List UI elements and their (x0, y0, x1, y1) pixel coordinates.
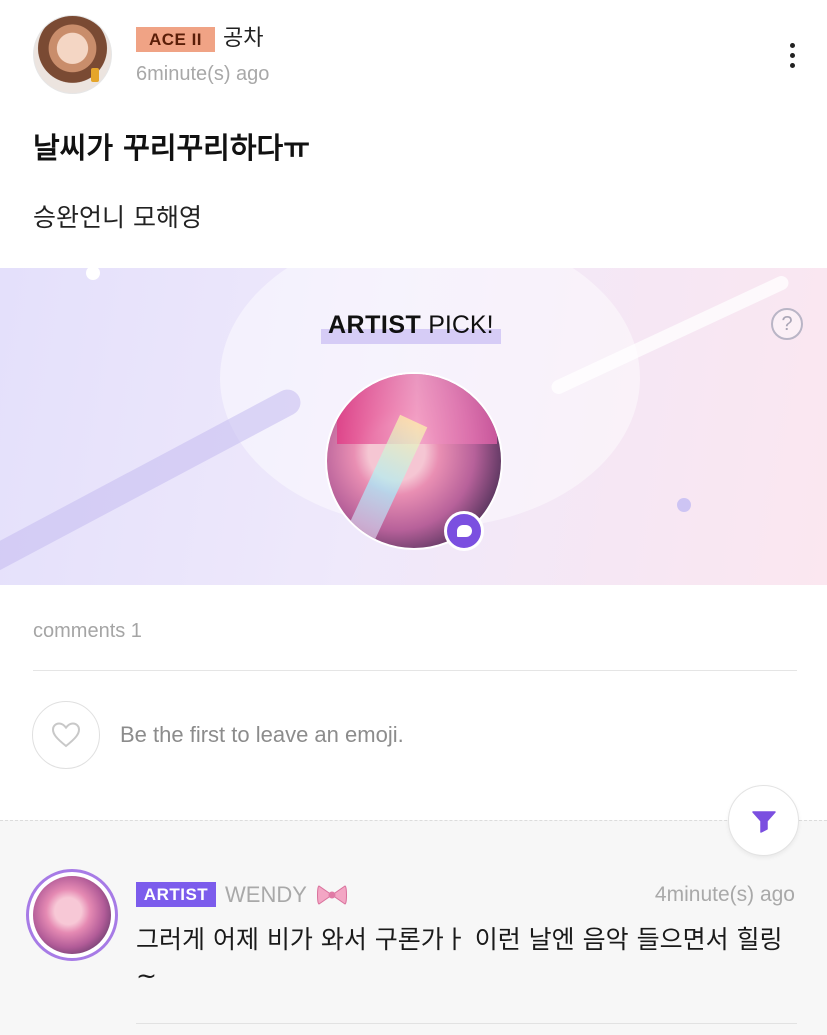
artist-pick-title-rest: PICK! (421, 311, 494, 339)
post-time: 6minute(s) ago (136, 63, 270, 85)
emoji-react-button[interactable] (32, 701, 100, 769)
more-options-button[interactable] (776, 38, 808, 74)
artist-pick-title: ARTIST PICK! (321, 308, 501, 344)
level-badge: ACE II (136, 27, 215, 52)
more-vertical-icon-dot (789, 63, 795, 68)
emoji-prompt: Be the first to leave an emoji. (120, 722, 404, 747)
commenter-avatar[interactable] (26, 869, 118, 961)
heart-outline-icon (51, 722, 81, 748)
comment-text: 그러게 어제 비가 와서 구론가ㅏ 이런 날엔 음악 들으면서 힐링~ (136, 925, 783, 990)
filter-icon (751, 810, 776, 833)
commenter-name[interactable]: WENDY (225, 880, 307, 910)
post-header: ACE II 공차 6minute(s) ago (0, 0, 827, 110)
artist-pick-banner: ARTIST PICK! ? (0, 268, 827, 585)
post-body: 승완언니 모해영 (33, 203, 202, 232)
ribbon-bow-icon (317, 885, 347, 905)
banner-decoration (677, 498, 691, 512)
filter-button[interactable] (728, 785, 799, 856)
artist-pick-title-bold: ARTIST (328, 311, 422, 339)
chat-bubble-icon[interactable] (444, 511, 484, 551)
avatar-art (33, 876, 111, 954)
divider (33, 670, 797, 671)
more-vertical-icon-dot (789, 53, 795, 58)
banner-decoration (0, 385, 306, 577)
comment-time: 4minute(s) ago (654, 883, 795, 906)
earring-decoration (91, 68, 99, 82)
divider (136, 1023, 797, 1024)
author-name[interactable]: 공차 (223, 24, 263, 54)
chat-bubble-shape (456, 525, 472, 537)
comment-count: comments 1 (33, 620, 142, 642)
more-vertical-icon (789, 43, 795, 48)
post-title: 날씨가 꾸리꾸리하다ㅠ (33, 131, 310, 165)
help-icon[interactable]: ? (771, 308, 803, 340)
artist-badge: ARTIST (136, 882, 216, 907)
banner-decoration (86, 268, 100, 280)
author-avatar[interactable] (33, 15, 112, 94)
